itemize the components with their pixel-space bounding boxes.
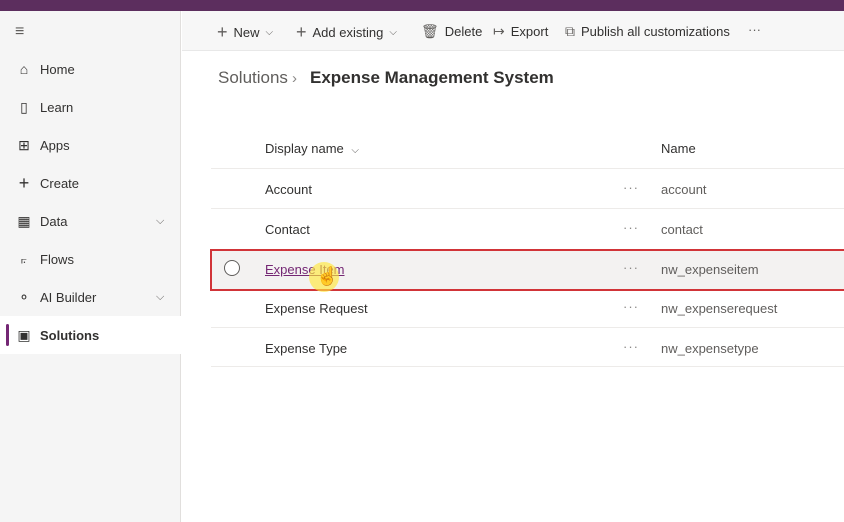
row-name: nw_expensetype	[661, 341, 759, 356]
row-more-icon[interactable]: ···	[623, 299, 639, 314]
publish-all-button[interactable]: ⧉ Publish all customizations	[565, 23, 730, 40]
sidebar-item-label: Flows	[40, 251, 74, 267]
sidebar-item-flows[interactable]: ⟔ Flows	[0, 240, 181, 278]
row-name: contact	[661, 222, 703, 237]
plus-icon: +	[296, 22, 307, 42]
chevron-down-icon[interactable]: ⌵	[156, 291, 164, 304]
row-display-name[interactable]: Expense Type	[265, 341, 347, 356]
row-more-icon[interactable]: ···	[623, 339, 639, 354]
plus-icon: +	[217, 22, 228, 42]
sidebar-item-label: Apps	[40, 137, 70, 153]
page-title: Expense Management System	[310, 68, 554, 87]
publish-icon: ⧉	[565, 23, 575, 39]
hamburger-menu-icon[interactable]: ≡	[15, 24, 24, 40]
sidebar-item-label: Data	[40, 213, 68, 229]
chevron-down-icon: ⌵	[389, 27, 397, 38]
row-select-radio[interactable]	[224, 260, 240, 276]
chevron-down-icon: ⌵	[351, 145, 359, 156]
sidebar-item-label: Create	[40, 175, 80, 191]
export-icon: ↦	[493, 23, 505, 39]
row-display-name[interactable]: Account	[265, 182, 312, 197]
sidebar-item-label: Learn	[40, 99, 74, 115]
sidebar-item-data[interactable]: ▦ Data ⌵	[0, 202, 181, 240]
more-commands-button[interactable]: ···	[748, 22, 761, 37]
ai-builder-icon: ⚬	[18, 288, 30, 305]
table-icon: ▦	[17, 212, 31, 229]
solutions-icon: ▣	[17, 326, 31, 343]
row-name: account	[661, 182, 707, 197]
publish-label: Publish all customizations	[581, 24, 730, 39]
row-display-name[interactable]: Contact	[265, 222, 310, 237]
sidebar-item-ai-builder[interactable]: ⚬ AI Builder ⌵	[0, 278, 181, 316]
apps-icon: ⊞	[18, 136, 30, 153]
row-display-name[interactable]: Expense Request	[265, 301, 368, 316]
row-divider	[211, 327, 844, 328]
display-name-header-label: Display name	[265, 141, 344, 156]
plus-icon: +	[18, 172, 30, 193]
app-header-bar	[0, 0, 844, 11]
column-header-display-name[interactable]: Display name ⌵	[265, 141, 359, 156]
row-name: nw_expenserequest	[661, 301, 778, 316]
add-existing-button[interactable]: + Add existing ⌵	[296, 22, 397, 43]
row-more-icon[interactable]: ···	[623, 220, 639, 235]
delete-label: Delete	[444, 24, 483, 39]
sidebar-item-label: AI Builder	[40, 289, 97, 305]
row-divider	[211, 208, 844, 209]
flow-icon: ⟔	[20, 250, 28, 267]
row-more-icon[interactable]: ···	[623, 260, 639, 275]
trash-icon: 🗑	[421, 23, 439, 39]
sidebar-item-label: Solutions	[40, 327, 100, 343]
add-existing-label: Add existing	[312, 25, 384, 40]
book-icon: ▯	[20, 98, 28, 115]
new-button[interactable]: + New ⌵	[217, 22, 273, 43]
left-navigation: ≡ ⌂ Home ▯ Learn ⊞ Apps + Create ▦ Data …	[0, 11, 181, 522]
sidebar-item-solutions[interactable]: ▣ Solutions	[0, 316, 181, 354]
sidebar-item-learn[interactable]: ▯ Learn	[0, 88, 181, 126]
sidebar-item-apps[interactable]: ⊞ Apps	[0, 126, 181, 164]
hand-cursor-icon: ☝	[316, 266, 339, 286]
header-divider	[211, 168, 844, 169]
new-label: New	[233, 25, 260, 40]
breadcrumb-separator-icon: ›	[292, 70, 297, 87]
delete-button[interactable]: 🗑 Delete	[421, 23, 482, 40]
column-header-name[interactable]: Name	[661, 141, 696, 156]
sidebar-item-label: Home	[40, 61, 75, 77]
row-name: nw_expenseitem	[661, 262, 759, 277]
sidebar-item-create[interactable]: + Create	[0, 164, 181, 202]
home-icon: ⌂	[19, 61, 29, 77]
row-divider	[211, 366, 844, 367]
chevron-down-icon[interactable]: ⌵	[156, 215, 164, 228]
chevron-down-icon: ⌵	[265, 27, 274, 38]
export-label: Export	[510, 24, 549, 39]
sidebar-item-home[interactable]: ⌂ Home	[0, 50, 181, 88]
row-more-icon[interactable]: ···	[623, 180, 639, 195]
export-button[interactable]: ↦ Export	[493, 23, 548, 40]
active-indicator	[6, 324, 9, 346]
breadcrumb-solutions-link[interactable]: Solutions	[218, 68, 288, 88]
